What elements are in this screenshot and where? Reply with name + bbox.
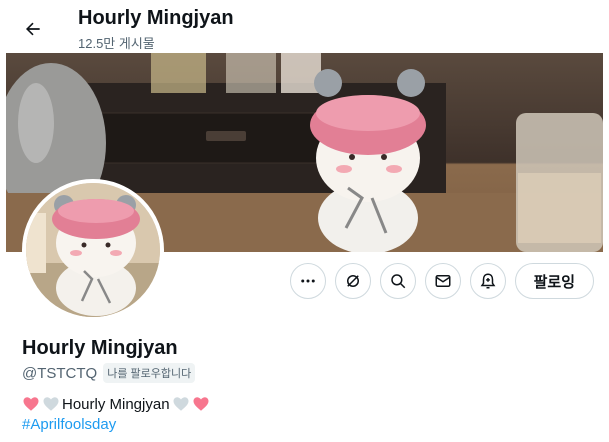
profile-bio: Hourly Mingjyan	[22, 395, 210, 413]
follows-you-badge: 나를 팔로우합니다	[103, 363, 196, 383]
message-button[interactable]	[424, 263, 461, 299]
envelope-icon	[435, 275, 451, 287]
bio-text: Hourly Mingjyan	[62, 395, 170, 413]
bell-plus-icon	[480, 273, 495, 289]
pink-heart-icon	[193, 397, 209, 411]
profile-actions: 팔로잉	[289, 263, 594, 299]
profile-name: Hourly Mingjyan	[22, 337, 178, 359]
notify-button[interactable]	[469, 263, 506, 299]
following-button[interactable]: 팔로잉	[514, 263, 594, 299]
more-button[interactable]	[289, 263, 326, 299]
profile-header: Hourly Mingjyan 12.5만 게시물	[0, 0, 609, 53]
pink-heart-icon	[23, 397, 39, 411]
search-icon	[390, 274, 405, 289]
search-button[interactable]	[379, 263, 416, 299]
more-icon	[300, 279, 315, 283]
back-button[interactable]	[16, 12, 50, 46]
handle-row: @TSTCTQ 나를 팔로우합니다	[22, 363, 196, 383]
posts-count: 12.5만 게시물	[78, 36, 155, 51]
grok-button[interactable]	[334, 263, 371, 299]
hashtag-link[interactable]: #Aprilfoolsday	[22, 416, 116, 433]
white-heart-icon	[43, 397, 59, 411]
grok-icon	[346, 275, 359, 287]
profile-handle: @TSTCTQ	[22, 364, 98, 382]
avatar[interactable]	[22, 179, 164, 321]
header-title: Hourly Mingjyan	[78, 7, 234, 29]
arrow-left-icon	[26, 22, 40, 36]
white-heart-icon	[173, 397, 189, 411]
